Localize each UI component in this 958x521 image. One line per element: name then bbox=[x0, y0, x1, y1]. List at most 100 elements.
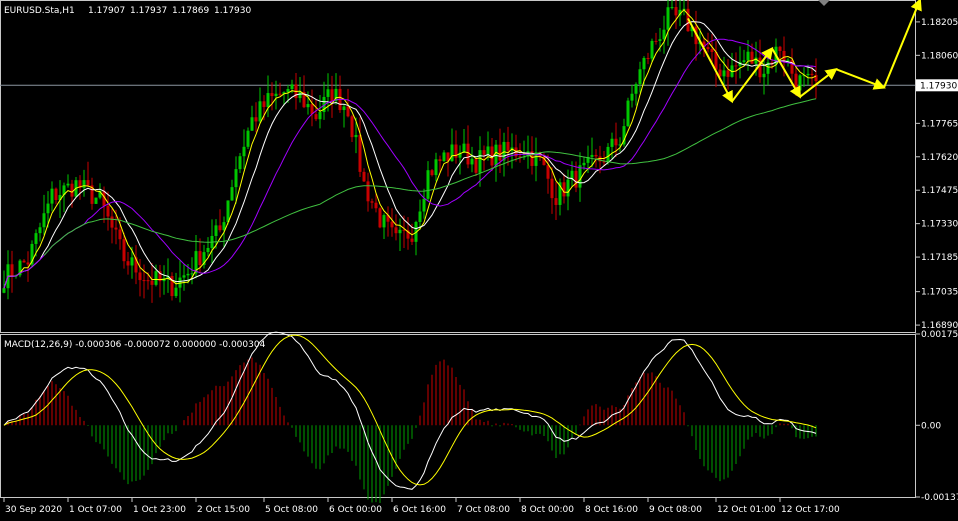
candle-body bbox=[438, 159, 442, 162]
candle-body bbox=[734, 65, 738, 67]
candle-body bbox=[806, 73, 810, 76]
candle-body bbox=[562, 182, 566, 197]
candle-body bbox=[130, 257, 134, 266]
time-tick-label: 12 Oct 17:00 bbox=[781, 505, 840, 515]
candle-body bbox=[34, 233, 38, 244]
candle-body bbox=[754, 57, 758, 64]
candle-body bbox=[546, 165, 550, 179]
macd-axis: 0.001755 0.00 -0.001379 bbox=[915, 330, 958, 503]
candle-body bbox=[426, 170, 430, 199]
candle-body bbox=[118, 229, 122, 240]
candle-body bbox=[394, 227, 398, 234]
candle-body bbox=[658, 39, 662, 41]
candle-body bbox=[26, 262, 30, 265]
price-tick-label: 1.17330 bbox=[921, 220, 958, 230]
candle-body bbox=[466, 143, 470, 165]
candle-body bbox=[38, 227, 42, 234]
projection-arrow-segment bbox=[883, 0, 922, 88]
candle-body bbox=[86, 180, 90, 186]
candle-body bbox=[254, 117, 258, 122]
macd-tick-label: 0.00 bbox=[921, 421, 941, 431]
chart-shift-icon[interactable] bbox=[818, 0, 830, 6]
price-tick-label: 1.18060 bbox=[921, 51, 958, 61]
candle-body bbox=[706, 47, 710, 50]
candle-body bbox=[138, 272, 142, 281]
candle-body bbox=[114, 227, 118, 230]
ma-line-10 bbox=[3, 21, 817, 289]
candle-body bbox=[742, 60, 746, 62]
candle-body bbox=[126, 261, 130, 266]
candle-body bbox=[110, 216, 114, 228]
candle-body bbox=[230, 187, 234, 201]
candle-body bbox=[246, 130, 250, 147]
candle-body bbox=[122, 239, 126, 262]
candle-body bbox=[234, 169, 238, 188]
ohlc-open: 1.17907 bbox=[88, 6, 125, 16]
price-tick-label: 1.18205 bbox=[921, 18, 958, 28]
price-tick-label: 1.17765 bbox=[921, 119, 958, 129]
ohlc-high: 1.17937 bbox=[130, 6, 167, 16]
candle-body bbox=[746, 51, 750, 61]
candle-body bbox=[410, 238, 414, 242]
price-tick-label: 1.17475 bbox=[921, 186, 958, 196]
ohlc-low: 1.17869 bbox=[172, 6, 209, 16]
candle-body bbox=[778, 46, 782, 51]
chart-canvas[interactable]: 1.18205 1.18060 1.17765 1.17620 1.17475 1.173… bbox=[0, 0, 958, 517]
candle-body bbox=[142, 280, 146, 282]
time-tick-label: 2 Oct 15:00 bbox=[197, 505, 250, 515]
projection-arrow-segment bbox=[799, 67, 838, 98]
candle-body bbox=[278, 93, 282, 95]
candle-body bbox=[342, 106, 346, 111]
candle-body bbox=[298, 92, 302, 99]
candle-body bbox=[662, 29, 666, 40]
candle-body bbox=[190, 273, 194, 275]
candle-body bbox=[306, 104, 310, 108]
candle-body bbox=[94, 197, 98, 204]
candle-body bbox=[606, 146, 610, 163]
candle-body bbox=[154, 271, 158, 285]
macd-lines[interactable] bbox=[3, 331, 817, 490]
candle-body bbox=[366, 181, 370, 202]
candle-body bbox=[354, 134, 358, 138]
candle-body bbox=[578, 165, 582, 188]
candle-body bbox=[798, 75, 802, 91]
candle-body bbox=[350, 116, 354, 138]
macd-signal-line bbox=[3, 334, 817, 486]
macd-tick-label: 0.001755 bbox=[921, 330, 958, 340]
time-tick-label: 1 Oct 23:00 bbox=[133, 505, 186, 515]
candle-body bbox=[382, 215, 386, 228]
candle-body bbox=[238, 156, 242, 170]
candle-body bbox=[82, 180, 86, 188]
time-tick-label: 7 Oct 08:00 bbox=[457, 505, 510, 515]
candle-body bbox=[206, 247, 210, 253]
macd-main-line bbox=[3, 331, 817, 490]
candle-body bbox=[378, 208, 382, 228]
candle-body bbox=[374, 202, 378, 209]
candlestick-series[interactable] bbox=[2, 0, 818, 303]
candle-body bbox=[434, 159, 438, 176]
trading-chart[interactable]: 1.18205 1.18060 1.17765 1.17620 1.17475 1.173… bbox=[0, 0, 958, 517]
candle-body bbox=[22, 260, 26, 263]
candle-body bbox=[214, 225, 218, 236]
candle-body bbox=[674, 7, 678, 16]
candle-body bbox=[634, 84, 638, 94]
candle-body bbox=[10, 264, 14, 277]
candle-body bbox=[550, 178, 554, 199]
candle-body bbox=[786, 59, 790, 61]
candle-body bbox=[218, 225, 222, 231]
candle-body bbox=[226, 200, 230, 223]
moving-averages[interactable] bbox=[3, 8, 817, 289]
candle-body bbox=[498, 144, 502, 161]
candle-body bbox=[566, 179, 570, 197]
candle-body bbox=[810, 73, 814, 75]
time-axis: 30 Sep 2020 1 Oct 07:00 1 Oct 23:00 2 Oct 1… bbox=[3, 497, 840, 515]
candle-body bbox=[814, 74, 818, 82]
candle-body bbox=[146, 280, 150, 282]
candle-body bbox=[642, 57, 646, 70]
candle-body bbox=[594, 154, 598, 157]
time-tick-label: 6 Oct 00:00 bbox=[329, 505, 382, 515]
candle-body bbox=[482, 150, 486, 155]
time-tick-label: 1 Oct 07:00 bbox=[69, 505, 122, 515]
candle-body bbox=[442, 152, 446, 162]
time-tick-label: 5 Oct 08:00 bbox=[265, 505, 318, 515]
